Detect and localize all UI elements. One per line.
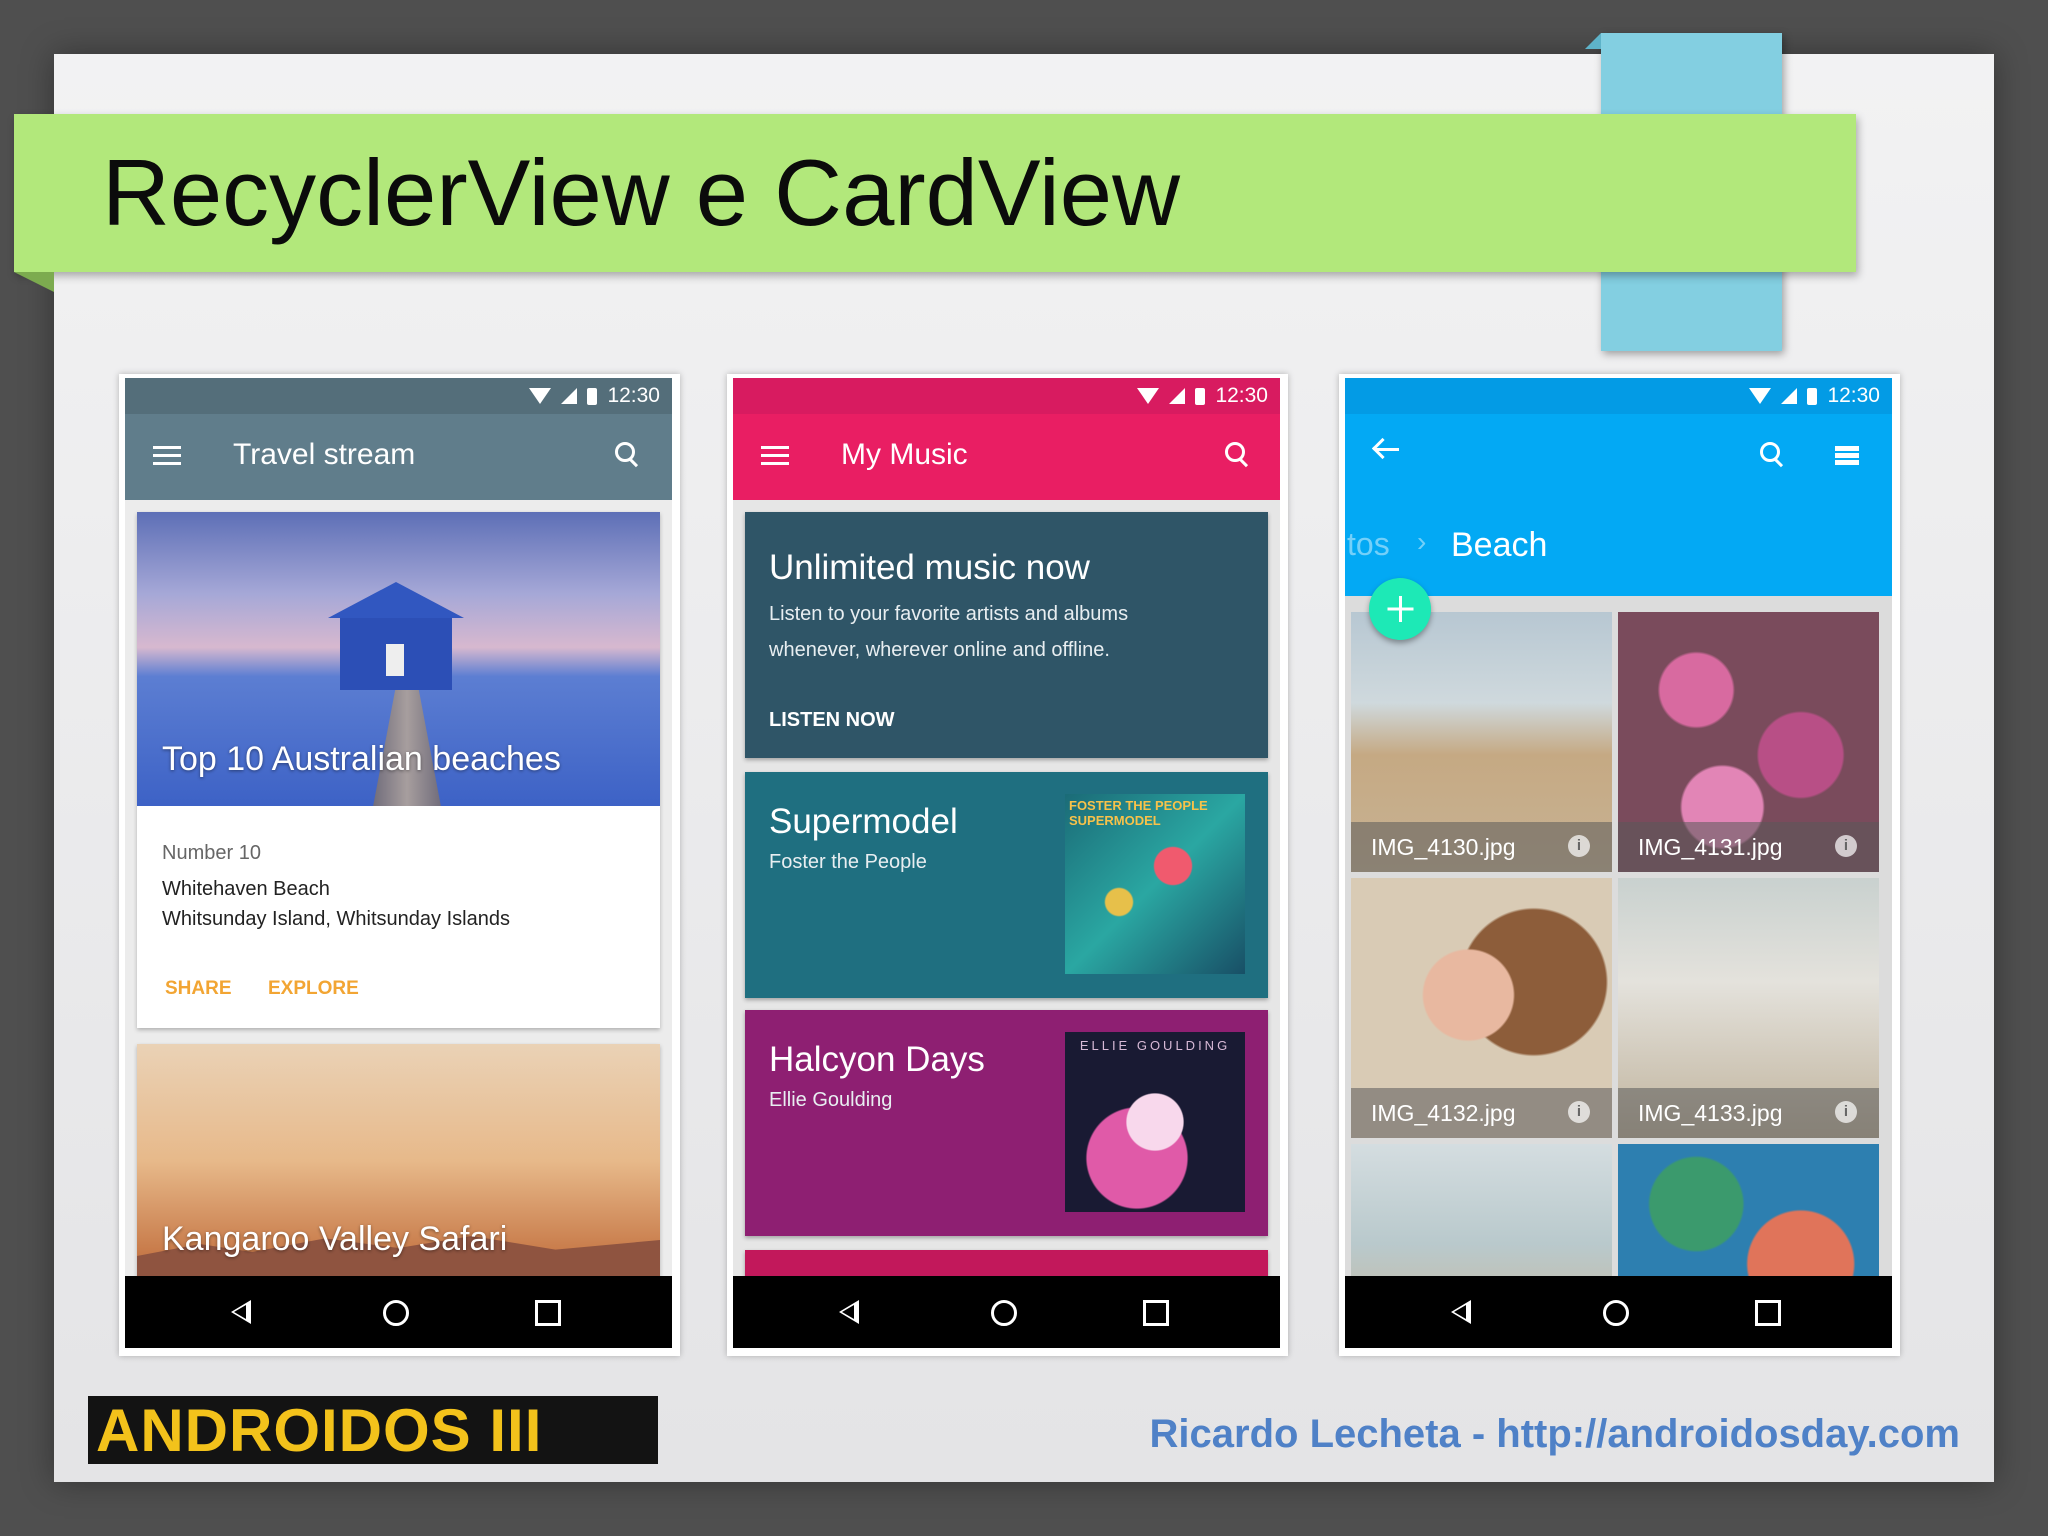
- beach-image: Top 10 Australian beaches: [137, 512, 660, 806]
- gallery-toolbar: tos › Beach: [1345, 414, 1892, 596]
- album-artist: Foster the People: [769, 851, 927, 873]
- photo-label: IMG_4130.jpg i: [1351, 822, 1612, 872]
- photo-label: IMG_4131.jpg i: [1618, 822, 1879, 872]
- album-cover: FOSTER THE PEOPLE SUPERMODEL: [1065, 794, 1245, 974]
- search-icon[interactable]: [1225, 442, 1245, 462]
- search-icon[interactable]: [615, 442, 635, 462]
- recents-nav-icon[interactable]: [535, 1300, 561, 1326]
- boathouse-shape: [328, 582, 464, 690]
- status-bar: 12:30: [125, 378, 672, 414]
- add-fab-button[interactable]: [1369, 578, 1431, 640]
- pier-shape: [372, 672, 442, 806]
- signal-icon: [1781, 388, 1798, 404]
- album-title: Supermodel: [769, 802, 958, 841]
- music-toolbar: My Music: [733, 414, 1280, 500]
- wifi-icon: [1749, 388, 1772, 404]
- home-nav-icon[interactable]: [1603, 1300, 1629, 1326]
- arrow-back-icon[interactable]: [1375, 448, 1399, 451]
- nav-bar: [1345, 1276, 1892, 1348]
- card-location: Whitsunday Island, Whitsunday Islands: [162, 908, 510, 930]
- explore-button[interactable]: EXPLORE: [268, 978, 359, 1000]
- card-place: Whitehaven Beach: [162, 878, 330, 900]
- travel-card-beaches[interactable]: Top 10 Australian beaches Number 10 Whit…: [137, 512, 660, 1028]
- photo-filename: IMG_4132.jpg: [1371, 1100, 1516, 1126]
- back-nav-icon[interactable]: [839, 1300, 859, 1324]
- wifi-icon: [529, 388, 552, 404]
- photo-filename: IMG_4133.jpg: [1638, 1100, 1783, 1126]
- gallery-screen: 12:30 tos › Beach IMG_4130.jpg i IMG_413…: [1345, 378, 1892, 1348]
- travel-card-safari[interactable]: Kangaroo Valley Safari: [137, 1044, 660, 1304]
- logo-text: ANDROIDOS III: [96, 1397, 543, 1464]
- info-icon[interactable]: i: [1835, 1101, 1857, 1123]
- album-card[interactable]: Halcyon Days Ellie Goulding ELLIE GOULDI…: [745, 1010, 1268, 1236]
- back-nav-icon[interactable]: [231, 1300, 251, 1324]
- info-icon[interactable]: i: [1568, 1101, 1590, 1123]
- album-title: Halcyon Days: [769, 1040, 985, 1079]
- photo-filename: IMG_4131.jpg: [1638, 834, 1783, 860]
- recents-nav-icon[interactable]: [1143, 1300, 1169, 1326]
- photo-tile[interactable]: IMG_4132.jpg i: [1351, 878, 1612, 1138]
- promo-card[interactable]: Unlimited music now Listen to your favor…: [745, 512, 1268, 758]
- album-cover-text: ELLIE GOULDING: [1079, 1038, 1231, 1053]
- battery-icon: [1807, 387, 1818, 405]
- photo-tile[interactable]: IMG_4130.jpg i: [1351, 612, 1612, 872]
- menu-icon[interactable]: [761, 446, 789, 466]
- photo-filename: IMG_4130.jpg: [1371, 834, 1516, 860]
- status-time: 12:30: [1215, 384, 1268, 407]
- androidos-logo: ANDROIDOS III: [88, 1396, 658, 1464]
- card-image-caption: Kangaroo Valley Safari: [162, 1220, 508, 1258]
- status-time: 12:30: [1827, 384, 1880, 407]
- title-band: RecyclerView e CardView: [14, 114, 1856, 292]
- toolbar-title: My Music: [841, 438, 968, 471]
- photo-tile[interactable]: IMG_4131.jpg i: [1618, 612, 1879, 872]
- status-time: 12:30: [607, 384, 660, 407]
- promo-line-2: whenever, wherever online and offline.: [769, 639, 1110, 661]
- travel-toolbar: Travel stream: [125, 414, 672, 500]
- status-bar: 12:30: [733, 378, 1280, 414]
- battery-icon: [1195, 387, 1206, 405]
- photo-tile[interactable]: IMG_4133.jpg i: [1618, 878, 1879, 1138]
- card-image-caption: Top 10 Australian beaches: [162, 740, 561, 778]
- menu-icon[interactable]: [153, 446, 181, 466]
- album-card[interactable]: Supermodel Foster the People FOSTER THE …: [745, 772, 1268, 998]
- view-list-icon[interactable]: [1835, 446, 1859, 466]
- back-nav-icon[interactable]: [1451, 1300, 1471, 1324]
- phone-gallery: 12:30 tos › Beach IMG_4130.jpg i IMG_413…: [1339, 374, 1900, 1356]
- signal-icon: [561, 388, 578, 404]
- album-cover-text: FOSTER THE PEOPLE SUPERMODEL: [1069, 798, 1208, 828]
- wifi-icon: [1137, 388, 1160, 404]
- card-number: Number 10: [162, 842, 261, 864]
- home-nav-icon[interactable]: [383, 1300, 409, 1326]
- phone-my-music: 12:30 My Music Unlimited music now Liste…: [727, 374, 1288, 1356]
- breadcrumb-parent[interactable]: tos: [1347, 526, 1390, 563]
- album-cover: ELLIE GOULDING: [1065, 1032, 1245, 1212]
- battery-icon: [587, 387, 598, 405]
- status-bar: 12:30: [1345, 378, 1892, 414]
- signal-icon: [1169, 388, 1186, 404]
- nav-bar: [125, 1276, 672, 1348]
- search-icon[interactable]: [1760, 442, 1780, 462]
- footer-credit: Ricardo Lecheta - http://androidosday.co…: [1149, 1412, 1960, 1456]
- music-screen: 12:30 My Music Unlimited music now Liste…: [733, 378, 1280, 1348]
- breadcrumb-current: Beach: [1451, 526, 1548, 564]
- photo-label: IMG_4132.jpg i: [1351, 1088, 1612, 1138]
- phone-travel-stream: 12:30 Travel stream Top 10 Australian be…: [119, 374, 680, 1356]
- photo-label: IMG_4133.jpg i: [1618, 1088, 1879, 1138]
- info-icon[interactable]: i: [1835, 835, 1857, 857]
- recents-nav-icon[interactable]: [1755, 1300, 1781, 1326]
- travel-screen: 12:30 Travel stream Top 10 Australian be…: [125, 378, 672, 1348]
- promo-line-1: Listen to your favorite artists and albu…: [769, 603, 1129, 625]
- breadcrumb-chevron-icon: ›: [1417, 526, 1427, 557]
- info-icon[interactable]: i: [1568, 835, 1590, 857]
- share-button[interactable]: SHARE: [165, 978, 232, 1000]
- nav-bar: [733, 1276, 1280, 1348]
- album-artist: Ellie Goulding: [769, 1089, 893, 1111]
- slide-title: RecyclerView e CardView: [102, 140, 1180, 245]
- home-nav-icon[interactable]: [991, 1300, 1017, 1326]
- listen-now-button[interactable]: LISTEN NOW: [769, 702, 895, 738]
- promo-title: Unlimited music now: [769, 548, 1090, 587]
- toolbar-title: Travel stream: [233, 438, 416, 471]
